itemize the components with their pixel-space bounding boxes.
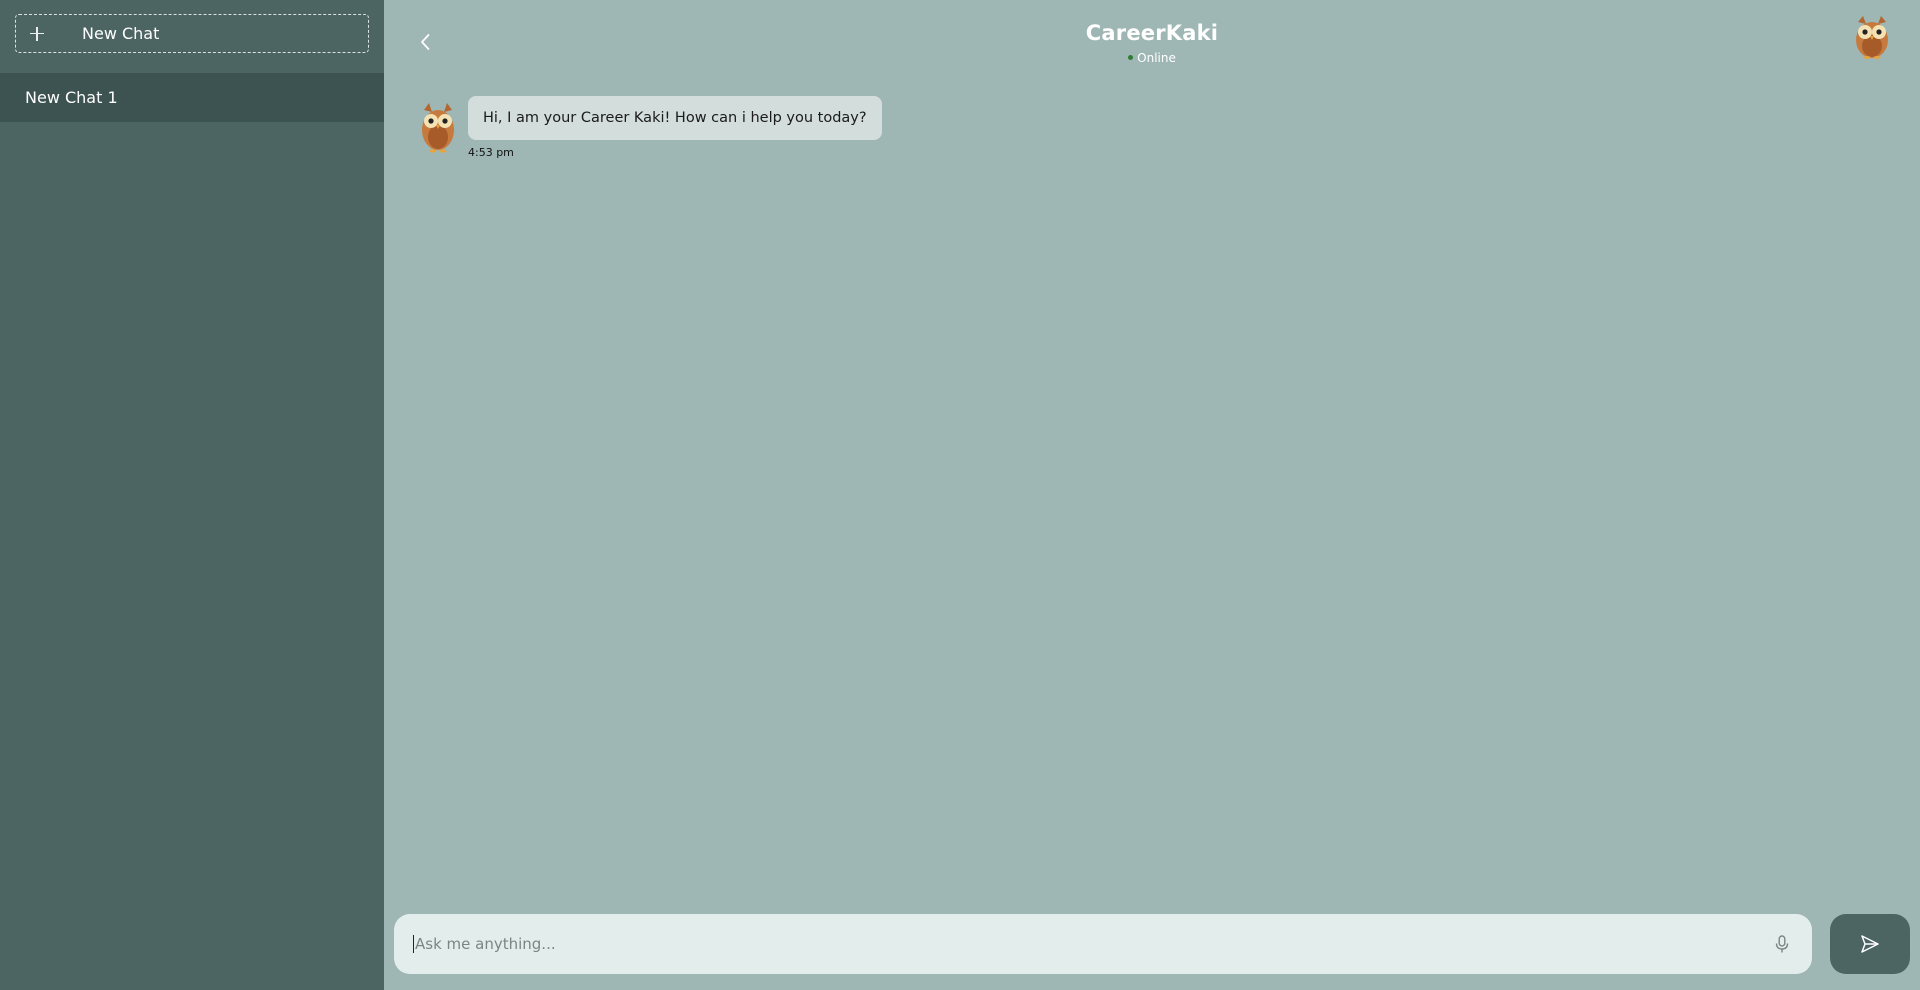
sidebar: New Chat New Chat 1 xyxy=(0,0,384,990)
message-composer xyxy=(394,914,1812,974)
owl-avatar-icon xyxy=(422,103,454,153)
new-chat-label: New Chat xyxy=(82,24,160,43)
send-icon xyxy=(1861,935,1879,953)
chat-list: New Chat 1 xyxy=(0,73,384,122)
app: New Chat New Chat 1 CareerKaki Online Hi… xyxy=(0,0,1920,990)
send-button[interactable] xyxy=(1830,914,1910,974)
message-input[interactable] xyxy=(413,935,1760,953)
chat-header: CareerKaki Online xyxy=(384,21,1920,65)
microphone-icon[interactable] xyxy=(1772,934,1792,954)
page-title: CareerKaki xyxy=(1085,21,1219,45)
online-dot-icon xyxy=(1128,55,1134,60)
message-timestamp: 4:53 pm xyxy=(468,146,514,159)
chat-area: CareerKaki Online Hi, I am your Career K… xyxy=(384,0,1920,990)
chat-list-item[interactable]: New Chat 1 xyxy=(0,73,384,122)
message-bubble: Hi, I am your Career Kaki! How can i hel… xyxy=(468,96,882,140)
message-content: Hi, I am your Career Kaki! How can i hel… xyxy=(468,96,882,159)
plus-icon xyxy=(29,26,45,42)
status-text: Online xyxy=(1137,50,1176,65)
owl-avatar-icon[interactable] xyxy=(1852,14,1892,60)
chat-list-item-label: New Chat 1 xyxy=(25,88,118,107)
new-chat-button[interactable]: New Chat xyxy=(15,14,369,53)
status-indicator: Online xyxy=(1128,51,1176,65)
chat-message: Hi, I am your Career Kaki! How can i hel… xyxy=(418,96,882,159)
